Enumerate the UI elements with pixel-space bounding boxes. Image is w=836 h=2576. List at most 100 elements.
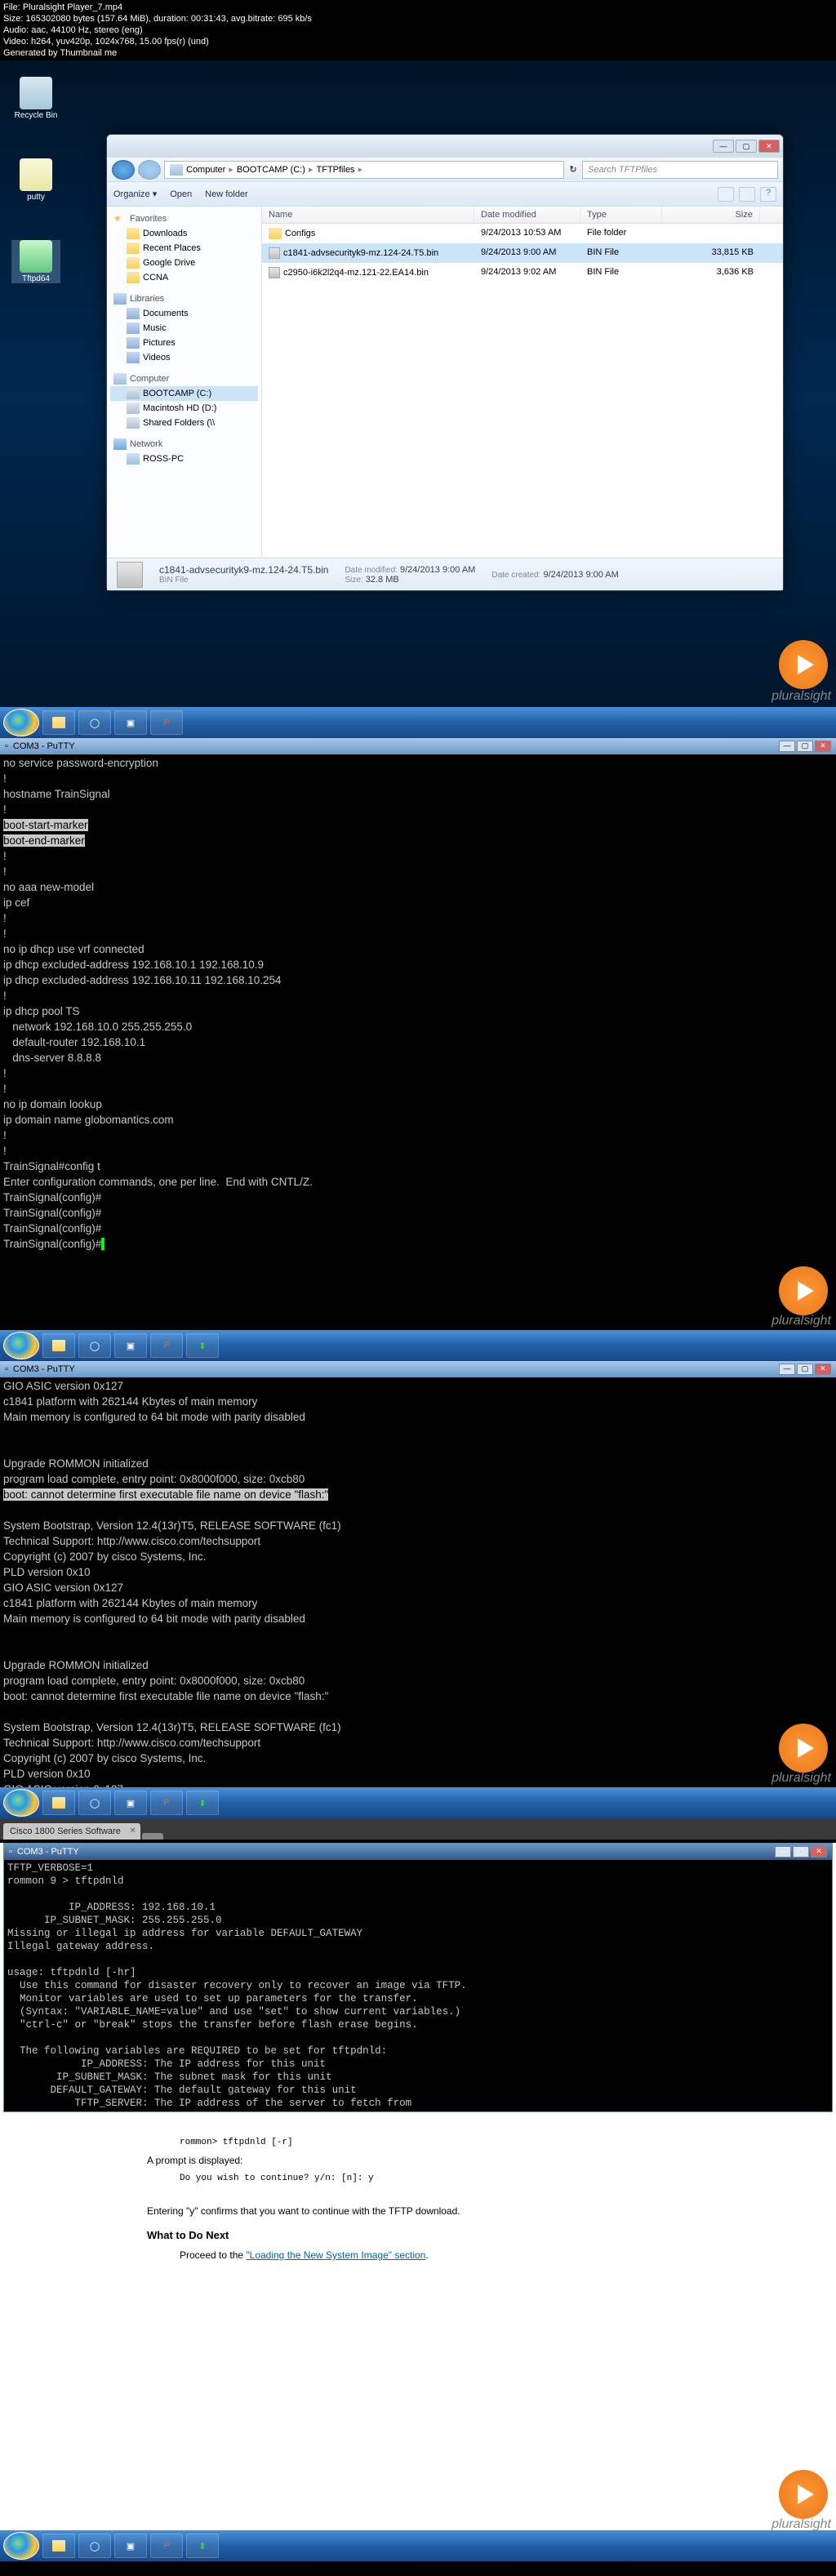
folder-icon <box>127 257 140 269</box>
start-button[interactable] <box>3 2532 39 2560</box>
file-list: Name Date modified Type Size Configs 9/2… <box>262 207 783 558</box>
drive-icon <box>127 403 140 414</box>
tree-recent[interactable]: Recent Places <box>110 241 258 256</box>
network-icon <box>113 438 127 450</box>
maximize-button[interactable]: ▢ <box>797 741 813 752</box>
tree-ross-pc[interactable]: ROSS-PC <box>110 452 258 466</box>
terminal-output[interactable]: no service password-encryption ! hostnam… <box>0 754 836 1254</box>
close-button[interactable]: ✕ <box>811 1846 827 1857</box>
start-button[interactable] <box>3 709 39 736</box>
taskbar-powerpoint-icon[interactable]: P <box>150 1791 183 1815</box>
new-folder-button[interactable]: New folder <box>205 189 248 199</box>
help-button[interactable]: ? <box>760 187 776 202</box>
refresh-icon[interactable]: ↻ <box>567 164 579 175</box>
taskbar-explorer-icon[interactable] <box>42 1791 75 1815</box>
libraries-header[interactable]: Libraries <box>110 291 258 306</box>
close-button[interactable]: ✕ <box>815 1364 831 1375</box>
close-button[interactable]: ✕ <box>815 741 831 752</box>
taskbar-chrome-icon[interactable]: ◯ <box>78 1333 111 1358</box>
start-button[interactable] <box>3 1332 39 1359</box>
tree-documents[interactable]: Documents <box>110 306 258 321</box>
tftpd64-shortcut-icon[interactable]: Tftpd64 <box>11 240 60 283</box>
taskbar-explorer-icon[interactable] <box>42 1333 75 1358</box>
back-button[interactable] <box>112 160 135 180</box>
search-input[interactable]: Search TFTPfiles <box>582 161 778 179</box>
folder-icon <box>269 228 282 239</box>
taskbar-powerpoint-icon[interactable]: P <box>150 1333 183 1358</box>
taskbar[interactable]: ◯ ▣ P ⬍ <box>0 1330 836 1361</box>
new-tab-button[interactable] <box>142 1833 163 1840</box>
favorites-header[interactable]: ★Favorites <box>110 211 258 226</box>
computer-header[interactable]: Computer <box>110 371 258 386</box>
doc-link[interactable]: "Loading the New System Image" section <box>246 2249 425 2261</box>
preview-button[interactable] <box>739 187 755 202</box>
minimize-button[interactable]: — <box>779 1364 795 1375</box>
putty-titlebar[interactable]: ▫COM3 - PuTTY —▢✕ <box>4 1844 832 1860</box>
putty-icon: ▫ <box>9 1847 12 1857</box>
taskbar[interactable]: ◯ ▣ P ⬍ <box>0 1787 836 1818</box>
file-row[interactable]: Configs 9/24/2013 10:53 AMFile folder <box>262 224 783 243</box>
play-button[interactable] <box>779 640 828 689</box>
taskbar-tftpd-icon[interactable]: ⬍ <box>186 1791 219 1815</box>
view-button[interactable] <box>718 187 734 202</box>
tree-downloads[interactable]: Downloads <box>110 226 258 241</box>
taskbar[interactable]: ◯ ▣ P ⬍ <box>0 2530 836 2561</box>
play-button[interactable] <box>779 1724 828 1773</box>
putty-titlebar[interactable]: ▫COM3 - PuTTY —▢✕ <box>0 1361 836 1377</box>
forward-button[interactable] <box>138 160 161 180</box>
taskbar-powerpoint-icon[interactable]: P <box>150 2534 183 2558</box>
tree-gdrive[interactable]: Google Drive <box>110 256 258 270</box>
computer-icon <box>170 164 183 176</box>
start-button[interactable] <box>3 1789 39 1817</box>
tree-music[interactable]: Music <box>110 321 258 336</box>
recycle-bin-icon[interactable]: Recycle Bin <box>11 77 60 120</box>
minimize-button[interactable]: — <box>713 140 734 153</box>
close-tab-icon[interactable]: ✕ <box>129 1826 136 1835</box>
breadcrumb[interactable]: Computer▸ BOOTCAMP (C:)▸ TFTPfiles▸ <box>164 161 564 179</box>
taskbar-putty-icon[interactable]: ▣ <box>114 1791 147 1815</box>
maximize-button[interactable]: ▢ <box>736 140 757 153</box>
watermark: pluralsight <box>772 1314 831 1328</box>
titlebar[interactable]: — ▢ ✕ <box>107 135 783 158</box>
putty-titlebar[interactable]: ▫COM3 - PuTTY —▢✕ <box>0 738 836 754</box>
taskbar[interactable]: ◯ ▣ P <box>0 707 836 738</box>
play-button[interactable] <box>779 2470 828 2519</box>
network-header[interactable]: Network <box>110 437 258 452</box>
tree-pictures[interactable]: Pictures <box>110 336 258 350</box>
tree-videos[interactable]: Videos <box>110 350 258 365</box>
terminal-output[interactable]: TFTP_VERBOSE=1 rommon 9 > tftpdnld IP_AD… <box>4 1860 832 2111</box>
browser-tab[interactable]: Cisco 1800 Series Software✕ <box>3 1823 140 1840</box>
play-button[interactable] <box>779 1266 828 1315</box>
star-icon: ★ <box>113 213 127 225</box>
taskbar-explorer-icon[interactable] <box>42 2534 75 2558</box>
file-row[interactable]: c1841-advsecurityk9-mz.124-24.T5.bin 9/2… <box>262 243 783 263</box>
tree-mac-hd[interactable]: Macintosh HD (D:) <box>110 401 258 416</box>
taskbar-putty-icon[interactable]: ▣ <box>114 2534 147 2558</box>
organize-menu[interactable]: Organize ▾ <box>113 189 157 199</box>
taskbar-chrome-icon[interactable]: ◯ <box>78 1791 111 1815</box>
watermark: pluralsight <box>772 1771 831 1786</box>
maximize-button[interactable]: ▢ <box>793 1846 809 1857</box>
taskbar-chrome-icon[interactable]: ◯ <box>78 2534 111 2558</box>
maximize-button[interactable]: ▢ <box>797 1364 813 1375</box>
open-button[interactable]: Open <box>170 189 192 199</box>
putty-shortcut-icon[interactable]: putty <box>11 158 60 202</box>
tree-shared[interactable]: Shared Folders (\\ <box>110 416 258 430</box>
minimize-button[interactable]: — <box>779 741 795 752</box>
taskbar-putty-icon[interactable]: ▣ <box>114 710 147 735</box>
file-row[interactable]: c2950-i6k2l2q4-mz.121-22.EA14.bin 9/24/2… <box>262 263 783 283</box>
doc-text: Entering "y" confirms that you want to c… <box>147 2204 689 2218</box>
details-pane: c1841-advsecurityk9-mz.124-24.T5.binBIN … <box>107 558 783 590</box>
minimize-button[interactable]: — <box>775 1846 791 1857</box>
column-headers[interactable]: Name Date modified Type Size <box>262 207 783 224</box>
tree-bootcamp[interactable]: BOOTCAMP (C:) <box>110 386 258 401</box>
taskbar-explorer-icon[interactable] <box>42 710 75 735</box>
tree-ccna[interactable]: CCNA <box>110 270 258 285</box>
taskbar-powerpoint-icon[interactable]: P <box>150 710 183 735</box>
inner-putty-window: ▫COM3 - PuTTY —▢✕ TFTP_VERBOSE=1 rommon … <box>3 1843 833 2112</box>
taskbar-putty-icon[interactable]: ▣ <box>114 1333 147 1358</box>
taskbar-chrome-icon[interactable]: ◯ <box>78 710 111 735</box>
close-button[interactable]: ✕ <box>758 140 780 153</box>
taskbar-tftpd-icon[interactable]: ⬍ <box>186 2534 219 2558</box>
taskbar-tftpd-icon[interactable]: ⬍ <box>186 1333 219 1358</box>
